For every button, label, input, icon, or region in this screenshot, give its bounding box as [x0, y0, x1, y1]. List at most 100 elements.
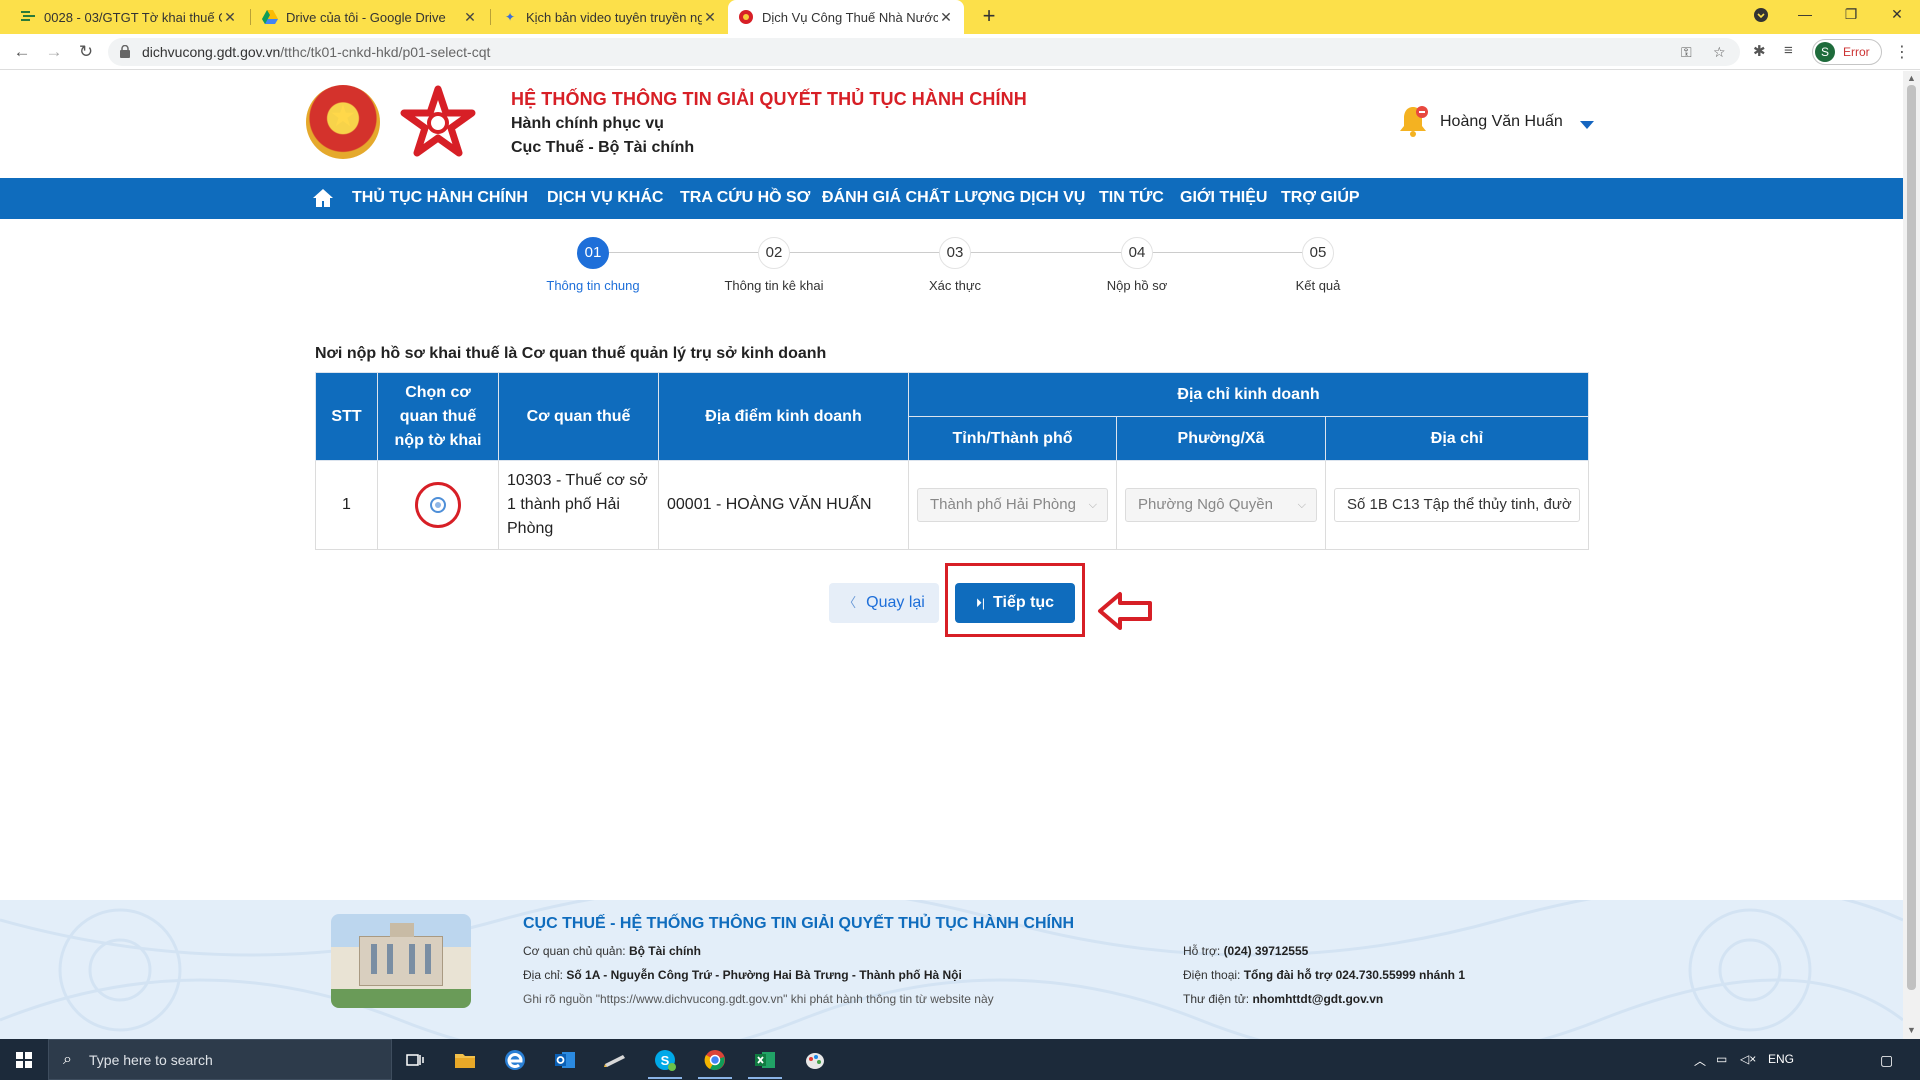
- taskbar-search-placeholder: Type here to search: [89, 1052, 213, 1068]
- outlook-icon[interactable]: [544, 1044, 586, 1075]
- task-view-icon[interactable]: [394, 1044, 436, 1075]
- close-icon[interactable]: ✕: [938, 9, 954, 26]
- page-scrollbar[interactable]: ▲ ▼: [1903, 71, 1920, 1039]
- building-window: [371, 944, 377, 974]
- profile-button[interactable]: S Error: [1812, 39, 1882, 65]
- footer-support-label: Hỗ trợ:: [1183, 944, 1221, 958]
- step-label: Kết quả: [1295, 278, 1341, 293]
- province-select[interactable]: Thành phố Hải Phòng ⌵: [917, 488, 1108, 522]
- browser-tab[interactable]: ✦ Kịch bản video tuyên truyền ngắn ✕: [492, 0, 728, 34]
- url-text: dichvucong.gdt.gov.vn/tthc/tk01-cnkd-hkd…: [142, 44, 490, 60]
- tab-search-icon[interactable]: [1738, 0, 1784, 30]
- taskbar-search[interactable]: ⌕ Type here to search: [48, 1039, 392, 1080]
- minimize-button[interactable]: —: [1782, 0, 1828, 30]
- browser-tab-active[interactable]: Dịch Vụ Công Thuế Nhà Nước ✕: [728, 0, 964, 34]
- tray-chevron-up-icon[interactable]: ︿: [1694, 1052, 1706, 1069]
- home-icon[interactable]: [312, 187, 334, 209]
- extensions-icon[interactable]: ✱: [1753, 42, 1766, 60]
- network-icon[interactable]: ▭: [1716, 1052, 1727, 1066]
- doc-icon: [20, 9, 36, 25]
- bookmark-star-icon[interactable]: ☆: [1713, 44, 1726, 61]
- forward-arrow-icon[interactable]: →: [42, 40, 66, 64]
- language-indicator[interactable]: ENG: [1768, 1052, 1794, 1066]
- step-number: 04: [1121, 237, 1153, 269]
- nav-tin-tuc[interactable]: TIN TỨC: [1099, 189, 1164, 207]
- footer-phone-value: Tổng đài hỗ trợ 024.730.55999 nhánh 1: [1243, 968, 1465, 982]
- ward-select[interactable]: Phường Ngô Quyền ⌵: [1125, 488, 1317, 522]
- step-04: 04 Nộp hồ sơ: [1077, 237, 1197, 293]
- step-01: 01 Thông tin chung: [533, 237, 653, 293]
- cell-stt: 1: [315, 460, 378, 550]
- building-window: [387, 944, 393, 974]
- file-explorer-icon[interactable]: [444, 1044, 486, 1075]
- site-header: ★ HỆ THỐNG THÔNG TIN GIẢI QUYẾT THỦ TỤC …: [0, 71, 1903, 178]
- lock-icon: [120, 45, 130, 58]
- header-location: Địa điểm kinh doanh: [658, 372, 909, 461]
- scroll-down-icon[interactable]: ▼: [1906, 1025, 1917, 1035]
- cell-ward: Phường Ngô Quyền ⌵: [1116, 460, 1326, 550]
- back-arrow-icon[interactable]: ←: [10, 40, 34, 64]
- media-icon[interactable]: ≡: [1784, 42, 1793, 59]
- national-emblem-logo: ★: [306, 85, 380, 159]
- province-value: Thành phố Hải Phòng: [930, 496, 1076, 513]
- pen-app-icon[interactable]: [594, 1044, 636, 1075]
- chevron-down-icon: ⌵: [1088, 499, 1097, 511]
- building-window: [425, 944, 431, 974]
- volume-icon[interactable]: ◁×: [1740, 1052, 1756, 1066]
- address-field[interactable]: Số 1B C13 Tập thể thủy tinh, đườ: [1334, 488, 1581, 522]
- footer-email-value[interactable]: nhomhttdt@gdt.gov.vn: [1252, 992, 1383, 1006]
- skype-icon[interactable]: S: [644, 1044, 686, 1079]
- excel-icon[interactable]: [744, 1044, 786, 1079]
- browser-tab[interactable]: Drive của tôi - Google Drive ✕: [252, 0, 488, 34]
- building-window: [409, 944, 415, 974]
- arrow-left-icon: [1098, 592, 1152, 630]
- main-nav: THỦ TỤC HÀNH CHÍNH DỊCH VỤ KHÁC TRA CỨU …: [0, 178, 1903, 219]
- step-label: Thông tin chung: [546, 278, 640, 293]
- step-number: 05: [1302, 237, 1334, 269]
- chevron-left-icon: 〈: [843, 595, 857, 610]
- header-address: Địa chỉ: [1324, 416, 1590, 461]
- scroll-up-icon[interactable]: ▲: [1906, 73, 1917, 83]
- chrome-icon[interactable]: [694, 1044, 736, 1079]
- restore-button[interactable]: ❐: [1828, 0, 1874, 30]
- back-button[interactable]: 〈 Quay lại: [829, 583, 939, 623]
- tax-office-table: STT Chọn cơ quan thuế nộp tờ khai Cơ qua…: [315, 372, 1590, 550]
- new-tab-button[interactable]: +: [976, 4, 1002, 30]
- close-icon[interactable]: ✕: [462, 9, 478, 26]
- nav-tro-giup[interactable]: TRỢ GIÚP: [1281, 189, 1360, 207]
- header-province: Tỉnh/Thành phố: [908, 416, 1117, 461]
- step-05: 05 Kết quả: [1258, 237, 1378, 293]
- paint-icon[interactable]: [794, 1044, 836, 1075]
- footer-email-label: Thư điện tử:: [1183, 992, 1250, 1006]
- menu-dots-icon[interactable]: ⋮: [1894, 42, 1910, 62]
- close-icon[interactable]: ✕: [702, 9, 718, 26]
- tab-title: Kịch bản video tuyên truyền ngắn: [526, 9, 702, 25]
- tax-office-radio[interactable]: [430, 497, 446, 513]
- browser-tab[interactable]: 0028 - 03/GTGT Tờ khai thuế GTGT ✕: [10, 0, 248, 34]
- edge-icon[interactable]: [494, 1044, 536, 1075]
- nav-thu-tuc-hanh-chinh[interactable]: THỦ TỤC HÀNH CHÍNH: [352, 189, 528, 207]
- windows-start-icon[interactable]: [0, 1039, 48, 1080]
- nav-dich-vu-khac[interactable]: DỊCH VỤ KHÁC: [547, 189, 663, 207]
- continue-button-label: Tiếp tục: [993, 594, 1055, 611]
- step-02: 02 Thông tin kê khai: [714, 237, 834, 293]
- step-number: 02: [758, 237, 790, 269]
- footer-address-value: Số 1A - Nguyễn Công Trứ - Phường Hai Bà …: [566, 968, 962, 982]
- ministry-logo: [400, 85, 476, 157]
- nav-gioi-thieu[interactable]: GIỚI THIỆU: [1180, 189, 1267, 207]
- key-icon[interactable]: ⚿: [1681, 44, 1692, 61]
- site-title: HỆ THỐNG THÔNG TIN GIẢI QUYẾT THỦ TỤC HÀ…: [511, 89, 1027, 109]
- reload-icon[interactable]: ↻: [74, 40, 98, 64]
- scrollbar-thumb[interactable]: [1907, 85, 1916, 990]
- nav-tra-cuu-ho-so[interactable]: TRA CỨU HỒ SƠ: [680, 189, 810, 207]
- user-name[interactable]: Hoàng Văn Huấn: [1440, 113, 1563, 131]
- continue-button[interactable]: ⏵| Tiếp tục: [955, 583, 1075, 623]
- close-window-button[interactable]: ✕: [1874, 0, 1920, 30]
- address-bar[interactable]: dichvucong.gdt.gov.vn/tthc/tk01-cnkd-hkd…: [108, 38, 1740, 66]
- notifications-icon[interactable]: ▢: [1880, 1052, 1893, 1069]
- chevron-down-icon[interactable]: [1580, 121, 1594, 129]
- nav-danh-gia-chat-luong[interactable]: ĐÁNH GIÁ CHẤT LƯỢNG DỊCH VỤ: [822, 189, 1085, 207]
- bell-icon[interactable]: [1398, 103, 1428, 139]
- site-subtitle: Hành chính phục vụ: [511, 115, 664, 132]
- close-icon[interactable]: ✕: [222, 9, 238, 26]
